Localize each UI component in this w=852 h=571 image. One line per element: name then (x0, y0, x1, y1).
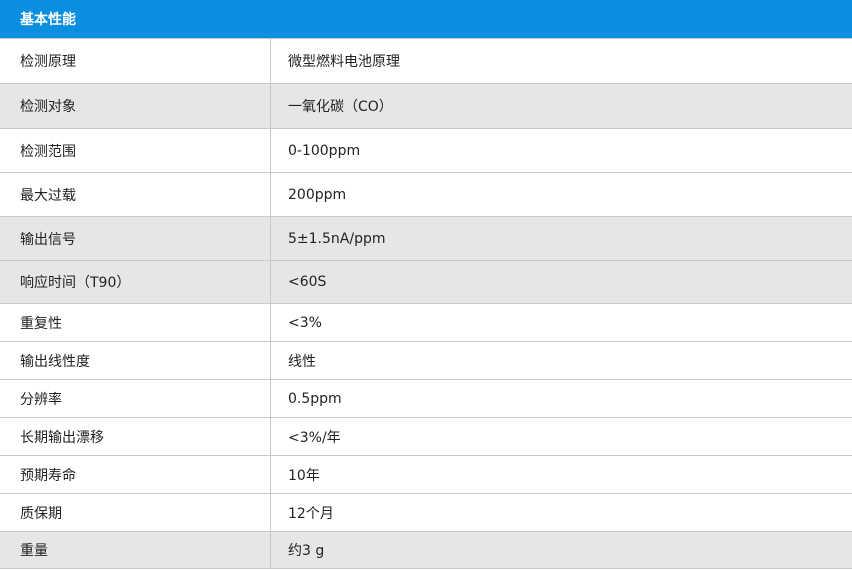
row-label: 质保期 (0, 494, 271, 531)
row-value: <3%/年 (288, 429, 341, 446)
row-value: 0-100ppm (288, 142, 361, 159)
row-value: 微型燃料电池原理 (288, 54, 400, 70)
row-label: 检测对象 (0, 84, 271, 128)
table-header: 基本性能 (0, 0, 852, 38)
table-row: 检测范围 0-100ppm (0, 128, 852, 172)
table-row: 输出信号 5±1.5nA/ppm (0, 216, 852, 260)
row-value: 12个月 (288, 505, 334, 522)
row-value: 0.5ppm (288, 390, 342, 407)
table-title: 基本性能 (20, 12, 76, 28)
table-row: 检测原理 微型燃料电池原理 (0, 38, 852, 83)
table-row: 输出线性度 线性 (0, 341, 852, 379)
spec-table: 基本性能 检测原理 微型燃料电池原理 检测对象 一氧化碳（CO） 检测范围 0-… (0, 0, 852, 569)
table-row: 检测对象 一氧化碳（CO） (0, 83, 852, 128)
row-value: 线性 (288, 353, 316, 370)
row-label: 重复性 (0, 304, 271, 341)
row-value: 5±1.5nA/ppm (288, 230, 386, 247)
row-label: 响应时间（T90） (0, 261, 271, 303)
row-value: 200ppm (288, 186, 347, 203)
table-row: 最大过载 200ppm (0, 172, 852, 216)
row-label: 分辨率 (0, 380, 271, 417)
row-value: 约3 g (288, 543, 325, 559)
row-value: <60S (288, 274, 327, 290)
row-label: 检测范围 (0, 129, 271, 172)
row-value: 10年 (288, 467, 320, 484)
row-label: 检测原理 (0, 39, 271, 83)
row-label: 输出线性度 (0, 342, 271, 379)
table-body: 检测原理 微型燃料电池原理 检测对象 一氧化碳（CO） 检测范围 0-100pp… (0, 38, 852, 569)
row-label: 预期寿命 (0, 456, 271, 493)
table-row: 预期寿命 10年 (0, 455, 852, 493)
row-label: 输出信号 (0, 217, 271, 260)
table-row: 质保期 12个月 (0, 493, 852, 531)
table-row: 重复性 <3% (0, 303, 852, 341)
row-value: <3% (288, 314, 322, 331)
row-label: 最大过载 (0, 173, 271, 216)
table-row: 分辨率 0.5ppm (0, 379, 852, 417)
table-row: 重量 约3 g (0, 531, 852, 568)
row-label: 长期输出漂移 (0, 418, 271, 455)
row-label: 重量 (0, 532, 271, 568)
table-row: 响应时间（T90） <60S (0, 260, 852, 303)
table-row: 长期输出漂移 <3%/年 (0, 417, 852, 455)
row-value: 一氧化碳（CO） (288, 99, 393, 115)
